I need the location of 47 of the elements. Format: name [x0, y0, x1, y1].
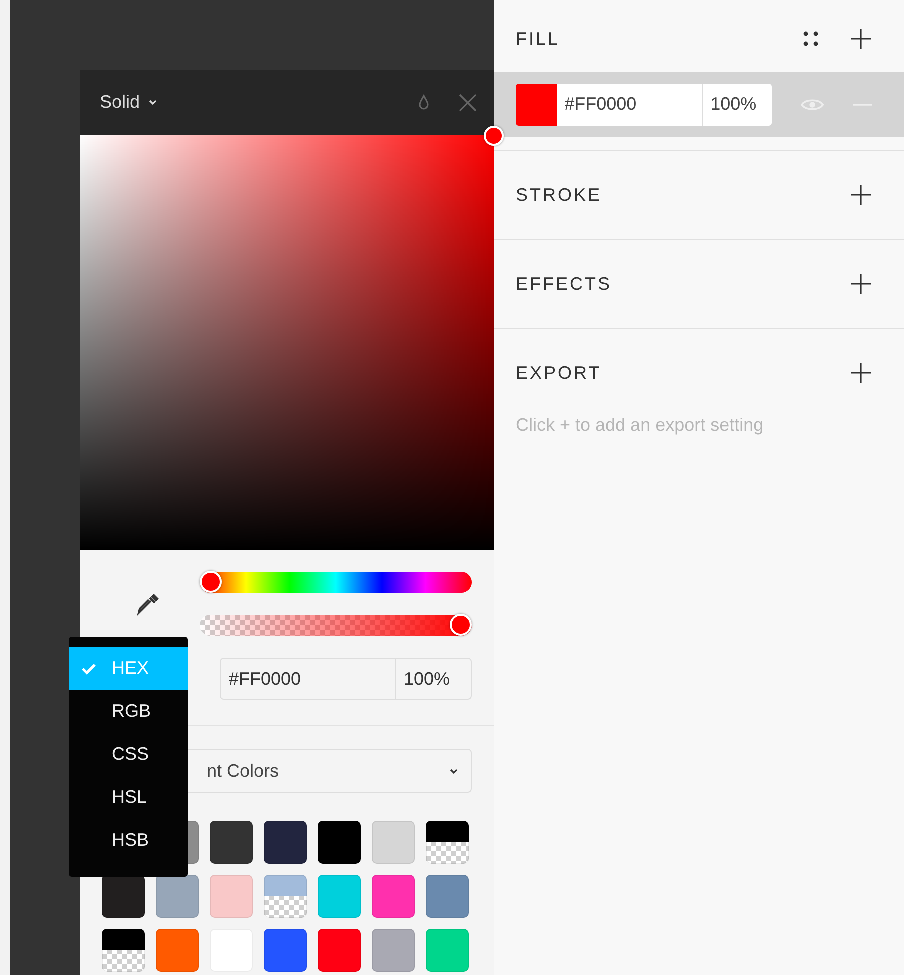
fill-opacity-input[interactable]: 100%: [702, 84, 772, 126]
opacity-slider-thumb[interactable]: [450, 614, 472, 636]
color-swatch[interactable]: [372, 821, 415, 864]
color-swatch[interactable]: [318, 821, 361, 864]
fill-type-dropdown[interactable]: Solid: [100, 92, 158, 113]
hex-input[interactable]: #FF0000: [220, 658, 396, 700]
color-swatch[interactable]: [318, 875, 361, 918]
styles-grid-icon[interactable]: [802, 30, 820, 48]
color-swatch[interactable]: [102, 929, 145, 972]
color-swatch[interactable]: [264, 929, 307, 972]
color-swatch[interactable]: [426, 821, 469, 864]
opacity-input[interactable]: 100%: [396, 658, 472, 700]
plus-icon[interactable]: [850, 362, 872, 384]
plus-icon[interactable]: [850, 184, 872, 206]
color-swatch[interactable]: [156, 875, 199, 918]
plus-icon[interactable]: [850, 273, 872, 295]
color-swatch[interactable]: [372, 875, 415, 918]
color-swatch[interactable]: [156, 929, 199, 972]
color-swatch[interactable]: [210, 875, 253, 918]
checkmark-icon: [81, 663, 97, 675]
color-swatch[interactable]: [426, 875, 469, 918]
color-swatch[interactable]: [102, 875, 145, 918]
plus-icon[interactable]: [850, 28, 872, 50]
chevron-down-icon: [148, 99, 158, 106]
section-title: EXPORT: [516, 362, 602, 384]
color-swatch[interactable]: [426, 929, 469, 972]
color-swatch[interactable]: [372, 929, 415, 972]
format-menu-item[interactable]: RGB: [69, 690, 188, 733]
section-title: EFFECTS: [516, 274, 612, 294]
color-swatch[interactable]: [210, 821, 253, 864]
eyedropper-icon[interactable]: [136, 591, 162, 617]
color-swatch[interactable]: [264, 875, 307, 918]
saturation-brightness-area[interactable]: [80, 135, 494, 550]
hue-slider[interactable]: [200, 572, 472, 593]
section-title: STROKE: [516, 184, 602, 206]
format-menu-item[interactable]: HSB: [69, 819, 188, 862]
opacity-slider[interactable]: [200, 615, 472, 636]
fill-layer-row[interactable]: #FF0000 100%: [494, 72, 904, 137]
chevron-down-icon: [449, 768, 459, 774]
fill-hex-input[interactable]: #FF0000: [556, 84, 703, 126]
color-swatch[interactable]: [264, 821, 307, 864]
fill-color-swatch[interactable]: [516, 84, 557, 126]
export-hint-text: Click + to add an export setting: [516, 415, 765, 436]
close-icon[interactable]: [458, 92, 478, 112]
hue-slider-thumb[interactable]: [200, 571, 222, 593]
color-swatch[interactable]: [318, 929, 361, 972]
section-title: FILL: [516, 28, 560, 50]
